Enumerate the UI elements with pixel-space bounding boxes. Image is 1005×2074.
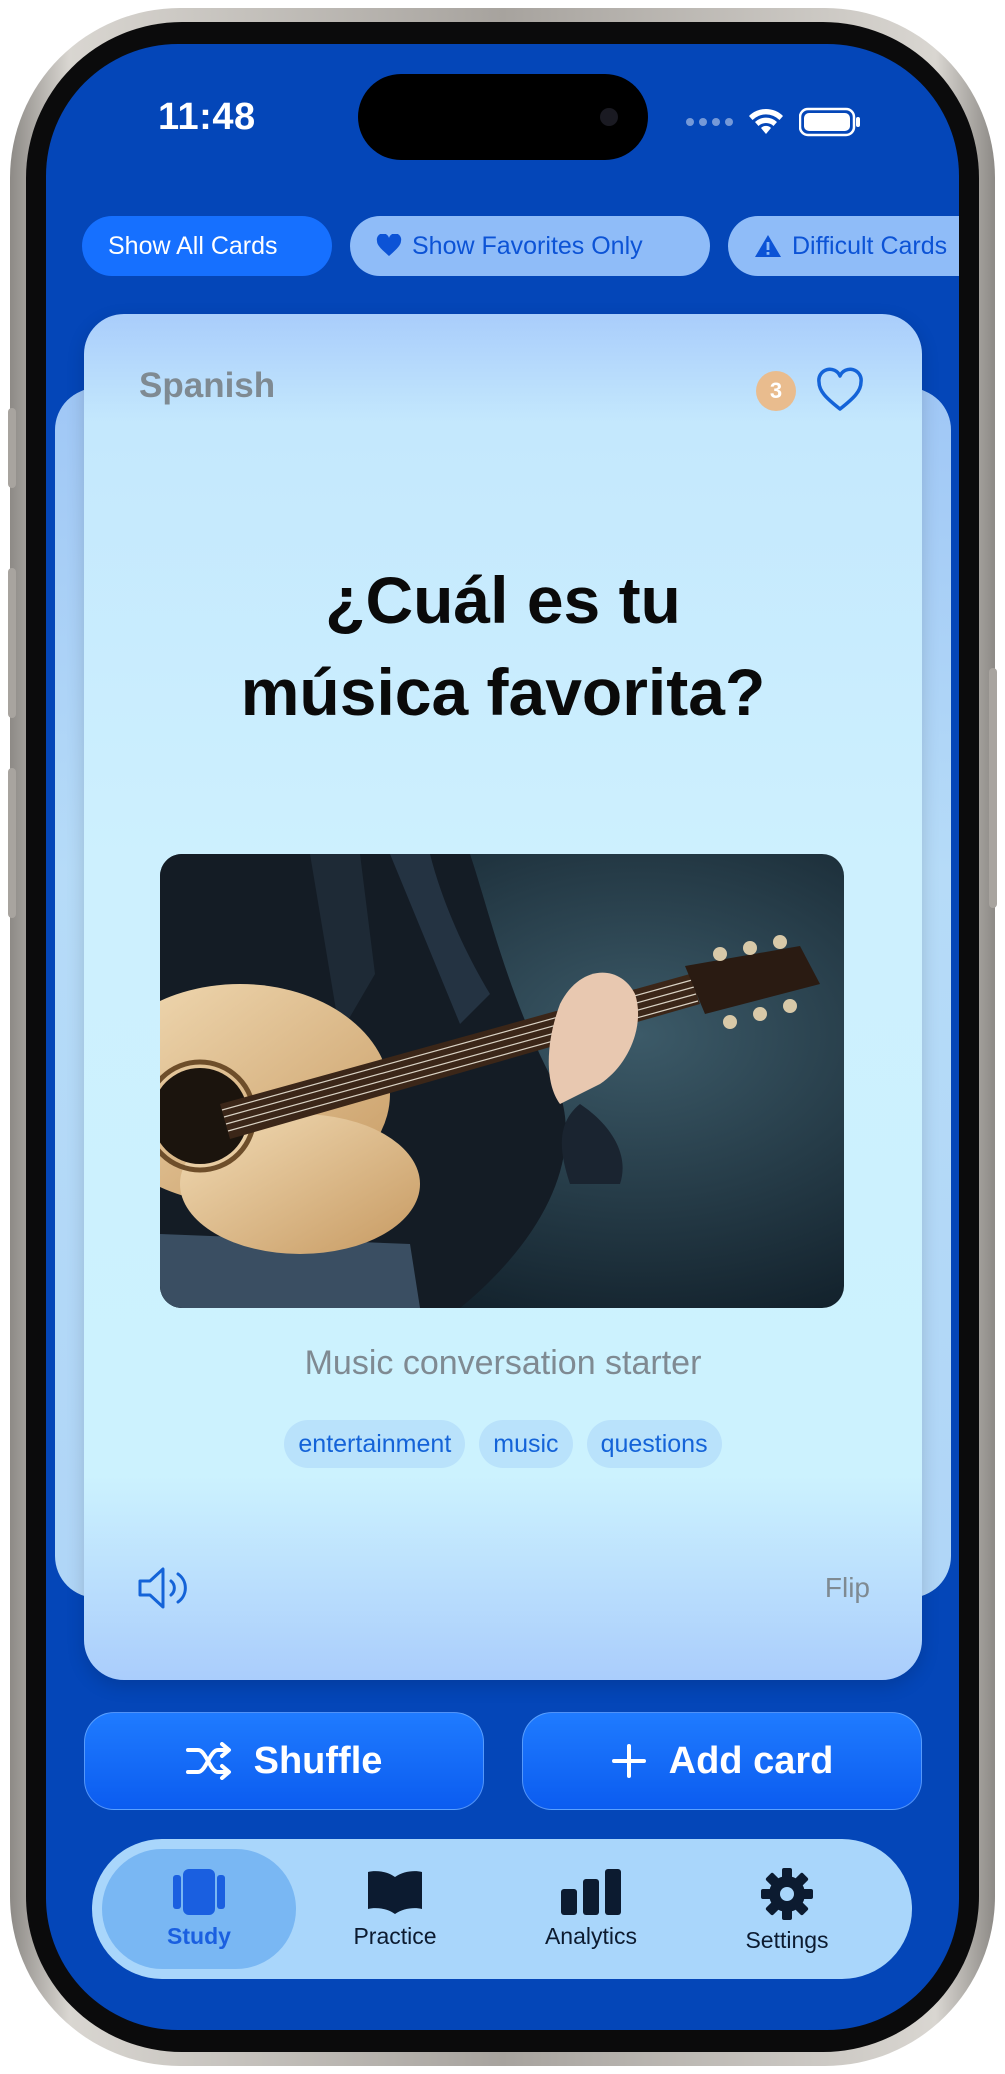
power-button — [989, 668, 997, 908]
card-question: ¿Cuál es tu música favorita? — [84, 554, 922, 738]
flashcard[interactable]: Spanish 3 ¿Cuál es tu música favorita? M… — [84, 314, 922, 1680]
filter-chip-row: Show All Cards Show Favorites Only Diffi… — [46, 216, 959, 278]
tab-label: Practice — [353, 1923, 437, 1949]
tag-chip[interactable]: music — [479, 1420, 573, 1468]
tab-settings[interactable]: Settings — [690, 1849, 884, 1969]
heart-icon — [376, 234, 402, 256]
filter-show-all[interactable]: Show All Cards — [82, 216, 332, 276]
filter-label: Show Favorites Only — [412, 231, 643, 260]
filter-label: Difficult Cards — [792, 231, 948, 260]
cards-icon — [173, 1869, 225, 1915]
action-button — [8, 408, 16, 488]
tag-list: entertainment music questions — [84, 1420, 922, 1468]
shuffle-label: Shuffle — [253, 1739, 383, 1782]
tab-bar: Study Practice Analytics Settings — [92, 1839, 912, 1979]
speaker-icon[interactable] — [136, 1564, 192, 1612]
camera-icon — [600, 108, 618, 126]
tab-label: Analytics — [544, 1923, 638, 1949]
book-icon — [368, 1871, 422, 1914]
add-card-button[interactable]: Add card — [522, 1712, 922, 1810]
shuffle-button[interactable]: Shuffle — [84, 1712, 484, 1810]
volume-down-button — [8, 768, 16, 918]
tab-label: Settings — [745, 1927, 829, 1953]
status-time: 11:48 — [158, 96, 256, 138]
warning-icon — [755, 235, 781, 257]
filter-difficult[interactable]: Difficult Cards — [728, 216, 959, 276]
question-line-2: música favorita? — [240, 655, 766, 729]
card-language: Spanish — [139, 366, 276, 405]
flip-button[interactable]: Flip — [825, 1572, 870, 1604]
tab-study[interactable]: Study — [102, 1849, 296, 1969]
question-line-1: ¿Cuál es tu — [325, 563, 681, 637]
chart-icon — [561, 1869, 621, 1915]
add-card-label: Add card — [668, 1739, 834, 1782]
tab-practice[interactable]: Practice — [298, 1849, 492, 1969]
card-description: Music conversation starter — [304, 1344, 702, 1382]
shuffle-icon — [185, 1742, 231, 1780]
gear-icon — [761, 1868, 813, 1920]
tab-analytics[interactable]: Analytics — [494, 1849, 688, 1969]
battery-icon — [799, 107, 860, 137]
wifi-icon — [749, 108, 783, 134]
tab-label: Study — [167, 1923, 231, 1949]
filter-label: Show All Cards — [108, 231, 278, 260]
app-screen: 11:48 Show All Cards Show Favorites Only — [46, 44, 959, 2030]
card-count-badge: 3 — [756, 371, 796, 411]
volume-up-button — [8, 568, 16, 718]
dynamic-island — [358, 74, 648, 160]
status-icons — [686, 104, 861, 140]
guitarist-photo — [160, 854, 844, 1308]
tag-chip[interactable]: questions — [586, 1420, 722, 1468]
plus-icon — [611, 1744, 646, 1778]
filter-favorites[interactable]: Show Favorites Only — [350, 216, 710, 276]
tag-chip[interactable]: entertainment — [284, 1420, 466, 1468]
cellular-signal-icon — [686, 118, 733, 126]
favorite-heart-icon[interactable] — [814, 364, 866, 416]
